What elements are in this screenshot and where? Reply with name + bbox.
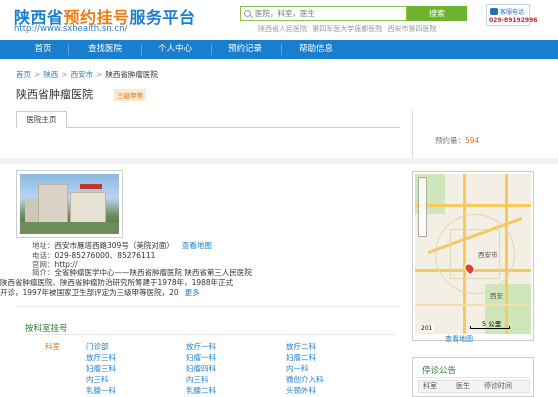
department-link[interactable]: 乳腺一科 [86, 385, 116, 396]
notice-column-header: 医生 [456, 382, 470, 390]
search-input[interactable] [255, 7, 405, 20]
tab-hospital-home[interactable]: 医院主页 [16, 111, 67, 128]
hot-hospital-link[interactable]: 第四军医大学唐都医院 [312, 25, 382, 33]
nav-divider [141, 44, 142, 55]
nav-divider [68, 44, 69, 55]
nav-item-user-center[interactable]: 个人中心 [146, 40, 204, 59]
booking-count-value: 594 [465, 136, 480, 145]
department-link[interactable]: 微创介入科 [286, 374, 324, 385]
hospital-level-badge: 三级甲等 [114, 89, 146, 101]
intro-line: 开诊，1997年被国家卫生部评定为三级甲等医院，20 [0, 288, 179, 297]
section-divider [0, 158, 558, 164]
department-link[interactable]: 放疗二科 [286, 341, 316, 352]
department-section-title: 按科室挂号 [25, 324, 68, 334]
department-link[interactable]: 头颈外科 [286, 385, 316, 396]
breadcrumb-city[interactable]: 西安市 [71, 70, 94, 79]
department-category-label: 科室 [45, 342, 60, 351]
department-link[interactable]: 妇瘤四科 [186, 363, 216, 374]
hospital-map[interactable] [415, 174, 531, 334]
intro-more-link[interactable]: 更多 [185, 288, 200, 297]
notice-column-header: 停诊时间 [484, 382, 512, 390]
nav-item-help[interactable]: 帮助信息 [287, 40, 345, 59]
map-zoom-level: 201 [420, 325, 434, 332]
map-zoom-control[interactable] [418, 177, 427, 237]
map-city-label: 西安市 [478, 251, 498, 259]
department-title-divider [25, 334, 395, 335]
suspension-notice-title: 停诊公告 [422, 366, 457, 376]
department-link[interactable]: 放疗三科 [86, 352, 116, 363]
breadcrumb: 首页 > 陕西 > 西安市 > 陕西省肿瘤医院 [16, 69, 158, 80]
department-link[interactable]: 妇瘤一科 [186, 352, 216, 363]
department-link[interactable]: 内一科 [286, 363, 309, 374]
department-link[interactable]: 乳腺二科 [186, 385, 216, 396]
site-header: 陕西省预约挂号服务平台 http://www.sxhealth.sn.cn/ 搜… [0, 0, 558, 40]
breadcrumb-separator: > [96, 70, 103, 79]
department-link[interactable]: 内三科 [86, 374, 109, 385]
logo-part-platform: 服务平台 [129, 8, 196, 27]
department-link[interactable]: 内三科 [186, 374, 209, 385]
search-box [240, 6, 407, 21]
service-phone-box: 客服电话 029-89192996 [486, 4, 537, 26]
address-label: 地址： [32, 241, 55, 250]
address-value: 西安市雁塔西路309号（美院对面） [54, 241, 174, 250]
main-nav: 首页 查找医院 个人中心 预约记录 帮助信息 [0, 40, 558, 59]
booking-count: 预约量：594 [435, 135, 479, 146]
hot-hospitals: 陕西省人民医院 第四军医大学唐都医院 西安市第四医院 [258, 24, 439, 34]
nav-divider [211, 44, 212, 55]
section-divider [16, 306, 400, 307]
nav-item-home[interactable]: 首页 [18, 40, 68, 59]
search-button[interactable]: 搜索 [407, 6, 467, 21]
notice-column-header: 科室 [423, 382, 437, 390]
tab-bar-divider [16, 127, 400, 128]
hospital-intro: 简介：全省肿瘤医学中心——陕西省肿瘤医院 陕西省第三人民医院 陕西省肿瘤医院、陕… [0, 268, 402, 298]
hot-hospital-link[interactable]: 陕西省人民医院 [258, 25, 307, 33]
phone-icon [490, 8, 498, 15]
breadcrumb-separator: > [34, 70, 41, 79]
vertical-divider [412, 110, 413, 158]
department-link[interactable]: 妇瘤三科 [86, 363, 116, 374]
hospital-photo-frame [16, 170, 123, 238]
hospital-name: 陕西省肿瘤医院 [16, 88, 93, 101]
site-url: http://www.sxhealth.sn.cn/ [14, 24, 128, 34]
breadcrumb-home[interactable]: 首页 [16, 70, 31, 79]
intro-line: 陕西省肿瘤医院、陕西省肿瘤防治研究所筹建于1978年，1988年正式 [0, 278, 234, 287]
service-phone-number: 029-89192996 [489, 17, 538, 24]
department-link[interactable]: 妇瘤二科 [286, 352, 316, 363]
search-icon [244, 10, 251, 17]
intro-line: 全省肿瘤医学中心——陕西省肿瘤医院 陕西省第三人民医院 [54, 268, 252, 277]
department-link[interactable]: 门诊部 [86, 341, 109, 352]
booking-count-label: 预约量： [435, 136, 465, 145]
nav-item-find-hospital[interactable]: 查找医院 [76, 40, 134, 59]
department-link[interactable]: 放疗一科 [186, 341, 216, 352]
breadcrumb-current: 陕西省肿瘤医院 [105, 70, 158, 79]
view-map-link[interactable]: 查看地图 [182, 241, 212, 250]
breadcrumb-separator: > [61, 70, 68, 79]
nav-divider [281, 44, 282, 55]
hospital-photo [20, 174, 119, 234]
map-area-label: 西安 [490, 292, 503, 300]
intro-label: 简介： [32, 268, 55, 277]
map-scale-bar [470, 326, 510, 329]
breadcrumb-province[interactable]: 陕西 [43, 70, 58, 79]
notice-divider [416, 377, 530, 378]
hot-hospital-link[interactable]: 西安市第四医院 [387, 25, 436, 33]
service-phone-label: 客服电话 [500, 9, 525, 16]
view-map-link[interactable]: 查看地图 [445, 334, 473, 344]
nav-item-appointments[interactable]: 预约记录 [216, 40, 274, 59]
